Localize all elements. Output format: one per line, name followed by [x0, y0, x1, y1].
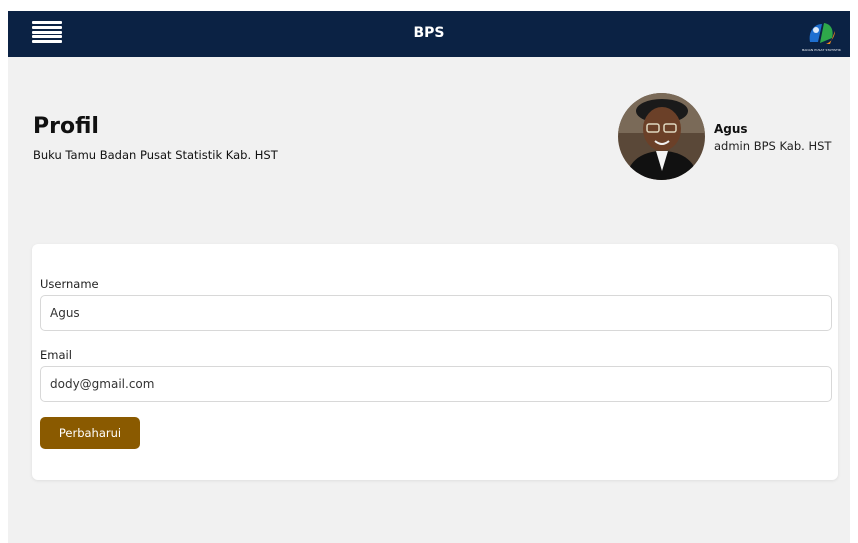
- email-label: Email: [40, 348, 72, 362]
- logo-caption: BADAN PUSAT STATISTIK: [802, 48, 841, 52]
- username-label: Username: [40, 277, 99, 291]
- bps-logo: [809, 23, 835, 44]
- app-frame: BPS BADAN PUSAT STATISTIK Profil Buku Ta…: [8, 11, 850, 543]
- username-input[interactable]: [40, 295, 832, 331]
- page-subtitle: Buku Tamu Badan Pusat Statistik Kab. HST: [33, 148, 278, 162]
- update-button[interactable]: Perbaharui: [40, 417, 140, 449]
- top-navbar: BPS BADAN PUSAT STATISTIK: [8, 11, 850, 57]
- user-role: admin BPS Kab. HST: [714, 139, 832, 153]
- user-name: Agus: [714, 122, 748, 136]
- avatar: [618, 93, 705, 180]
- email-input[interactable]: [40, 366, 832, 402]
- profile-form-card: Username Email Perbaharui: [32, 244, 838, 480]
- page-title: Profil: [33, 114, 99, 139]
- brand-title: BPS: [413, 25, 445, 41]
